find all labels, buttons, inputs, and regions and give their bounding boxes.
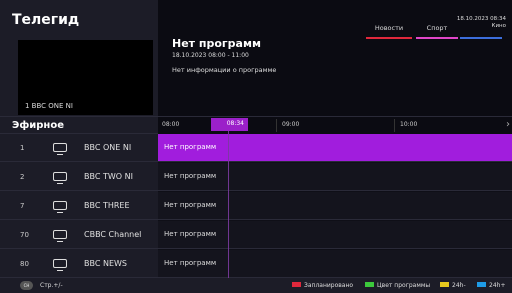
channel-row[interactable]: 1 BBC ONE NI Нет программ bbox=[0, 134, 512, 162]
channel-name: BBC ONE NI bbox=[84, 143, 132, 152]
timeline-tick: 09:00 bbox=[282, 121, 300, 128]
program-cell[interactable]: Нет программ bbox=[158, 163, 512, 190]
chevron-right-icon[interactable]: › bbox=[506, 119, 510, 130]
category-news-label: Новости bbox=[374, 24, 404, 32]
category-sport-label: Спорт bbox=[426, 24, 448, 32]
clock-datetime: 18.10.2023 08:34 bbox=[456, 16, 506, 22]
category-news[interactable]: Новости bbox=[366, 24, 412, 39]
tv-icon bbox=[53, 201, 67, 213]
program-time: 18.10.2023 08:00 - 11:00 bbox=[172, 52, 249, 59]
app-title: Телегид bbox=[12, 12, 80, 28]
category-movies-line bbox=[460, 37, 502, 39]
tv-icon bbox=[53, 259, 67, 271]
category-sport-line bbox=[416, 37, 458, 39]
program-cell[interactable]: Нет программ bbox=[158, 221, 512, 248]
preview-channel-label: 1 BBC ONE NI bbox=[25, 102, 73, 110]
tv-icon bbox=[53, 172, 67, 184]
channel-row[interactable]: 7 BBC THREE Нет программ bbox=[0, 192, 512, 220]
program-cell-label: Нет программ bbox=[164, 230, 217, 238]
program-cell-label: Нет программ bbox=[164, 201, 217, 209]
green-key-icon bbox=[365, 282, 374, 287]
page-hint: Стр.+/- bbox=[40, 282, 63, 289]
category-sport[interactable]: Спорт bbox=[416, 24, 458, 39]
channel-row[interactable]: 70 CBBC Channel Нет программ bbox=[0, 221, 512, 249]
channel-number: 7 bbox=[20, 202, 25, 210]
legend-label: Цвет программы bbox=[377, 282, 431, 289]
category-news-line bbox=[366, 37, 412, 39]
timeline-tick: 10:00 bbox=[400, 121, 418, 128]
clock: 18.10.2023 08:34 Кино bbox=[457, 16, 506, 30]
tv-icon bbox=[53, 230, 67, 242]
red-key-icon bbox=[292, 282, 301, 287]
program-cell-label: Нет программ bbox=[164, 172, 217, 180]
channel-name: CBBC Channel bbox=[84, 230, 142, 239]
channel-name: BBC NEWS bbox=[84, 259, 127, 268]
legend-scheduled: Запланировано bbox=[292, 282, 353, 289]
blue-key-icon bbox=[477, 282, 486, 287]
tv-icon bbox=[53, 143, 67, 155]
program-cell-label: Нет программ bbox=[164, 259, 217, 267]
program-cell[interactable]: Нет программ bbox=[158, 192, 512, 219]
legend-label: Запланировано bbox=[304, 282, 354, 289]
current-time-badge: 08:34 bbox=[211, 118, 248, 131]
yellow-key-icon bbox=[440, 282, 449, 287]
legend-label: 24h- bbox=[452, 282, 466, 289]
page-button[interactable]: CH bbox=[20, 281, 33, 290]
legend-24h-minus: 24h- bbox=[440, 282, 466, 289]
channel-row[interactable]: 80 BBC NEWS Нет программ bbox=[0, 250, 512, 278]
timeline-tick: 08:00 bbox=[162, 121, 180, 128]
channel-number: 80 bbox=[20, 260, 29, 268]
channel-number: 2 bbox=[20, 173, 25, 181]
legend-program-color: Цвет программы bbox=[365, 282, 430, 289]
program-cell-label: Нет программ bbox=[164, 143, 217, 151]
channel-number: 70 bbox=[20, 231, 29, 239]
legend-24h-plus: 24h+ bbox=[477, 282, 505, 289]
section-label: Эфирное bbox=[12, 120, 64, 131]
channel-name: BBC THREE bbox=[84, 201, 130, 210]
program-description: Нет информации о программе bbox=[172, 66, 277, 74]
channel-row[interactable]: 2 BBC TWO NI Нет программ bbox=[0, 163, 512, 191]
channel-name: BBC TWO NI bbox=[84, 172, 133, 181]
program-title: Нет программ bbox=[172, 37, 261, 50]
video-preview[interactable]: 1 BBC ONE NI bbox=[18, 40, 153, 115]
channel-number: 1 bbox=[20, 144, 25, 152]
legend-label: 24h+ bbox=[489, 282, 506, 289]
program-cell[interactable]: Нет программ bbox=[158, 134, 512, 161]
clock-category: Кино bbox=[491, 23, 506, 30]
program-cell[interactable]: Нет программ bbox=[158, 250, 512, 277]
current-time-line bbox=[228, 131, 229, 278]
program-info-pane: Нет программ 18.10.2023 08:00 - 11:00 Не… bbox=[158, 0, 512, 116]
footer: CH Стр.+/- Запланировано Цвет программы … bbox=[0, 278, 512, 293]
guide-header: Эфирное 08:00 09:00 10:00 › 08:34 bbox=[0, 116, 512, 134]
